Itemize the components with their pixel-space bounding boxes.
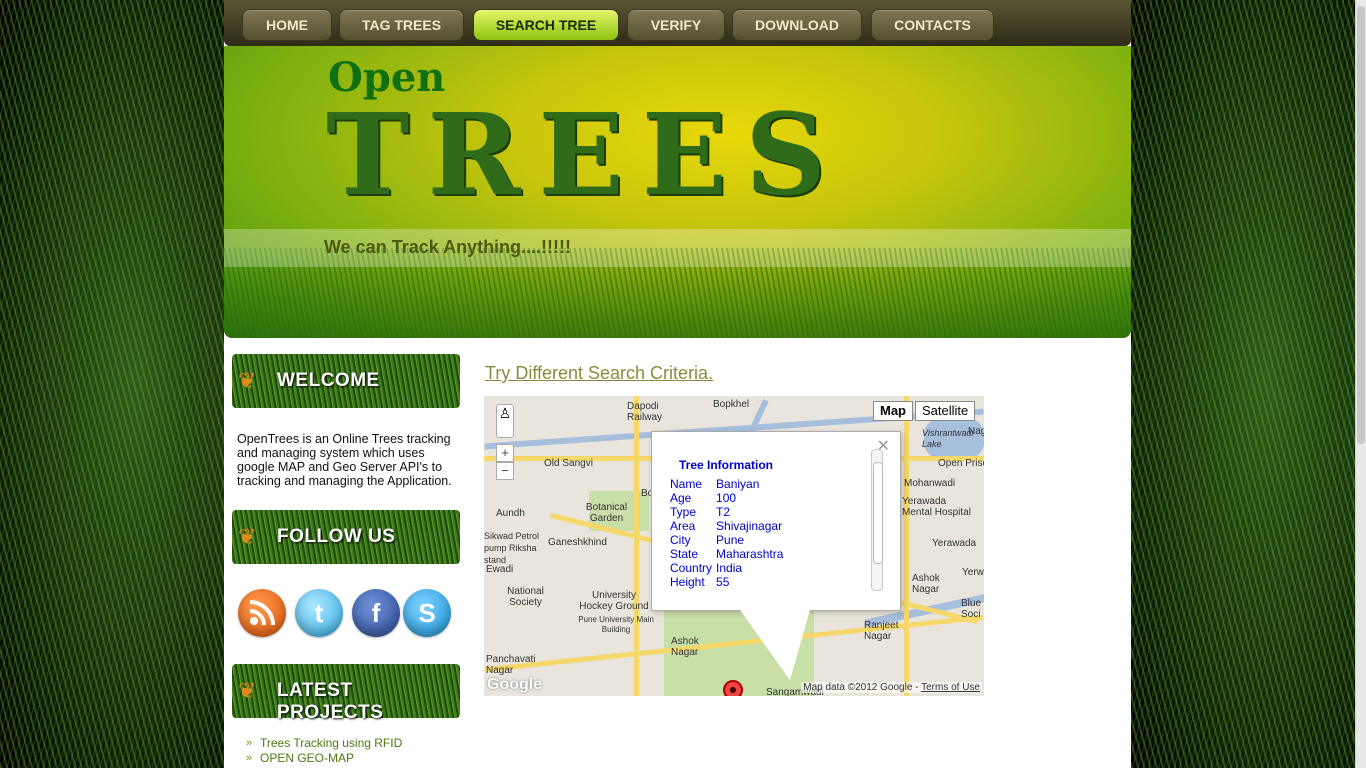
butterfly-icon: ❦ [238, 368, 257, 393]
map-label: Sikwad Petrol pump Riksha stand [484, 531, 540, 565]
map-label: Open Priso [938, 458, 984, 469]
nav-tag-trees[interactable]: TAG TREES [339, 9, 464, 41]
map-label: Yerwad [962, 567, 984, 578]
tagline: We can Track Anything....!!!!! [324, 237, 572, 257]
project-link[interactable]: Trees Tracking using RFID [246, 736, 402, 751]
map-label: University Hockey Ground [579, 590, 649, 612]
nav-home[interactable]: HOME [242, 9, 332, 41]
map-road [904, 396, 909, 696]
welcome-heading-box: ❦ WELCOME [232, 354, 460, 408]
map-label: Ganeshkhind [548, 537, 607, 548]
info-key: State [670, 547, 699, 561]
map-label: Blue Soci [961, 598, 982, 620]
map-label: Ewadi [486, 564, 514, 575]
info-key: City [670, 533, 691, 547]
info-value: Shivajinagar [716, 519, 783, 533]
table-row: Country India [668, 561, 785, 575]
butterfly-icon: ❦ [238, 678, 257, 703]
map-label: Ashok Nagar [912, 573, 940, 595]
table-row: Height 55 [668, 575, 785, 589]
map-label: Dapodi Railway [627, 401, 663, 423]
scroll-thumb[interactable] [873, 462, 883, 564]
twitter-icon[interactable]: t [295, 589, 343, 637]
welcome-heading: WELCOME [277, 370, 380, 391]
project-link[interactable]: OPEN GEO-MAP [246, 751, 402, 766]
skype-icon[interactable]: S [403, 589, 451, 637]
info-key: Type [670, 505, 697, 519]
map-label: Panchavati Nagar [486, 654, 536, 676]
table-row: Name Baniyan [668, 477, 785, 491]
table-row: Type T2 [668, 505, 785, 519]
logo-trees-text: TREES [326, 90, 845, 221]
try-different-search-link[interactable]: Try Different Search Criteria. [485, 363, 713, 384]
tree-info-table: Name Baniyan Age 100 Type T2 Area Shivajinag… [668, 477, 785, 589]
zoom-out-button[interactable]: − [496, 462, 514, 480]
table-row: State Maharashtra [668, 547, 785, 561]
map-label: Ranjeet Nagar [864, 620, 899, 642]
page-container: HOME TAG TREES SEARCH TREE VERIFY DOWNLO… [224, 0, 1131, 768]
info-value: Maharashtra [716, 547, 784, 561]
grass-background-left [0, 0, 224, 768]
info-window-tail [740, 610, 810, 680]
table-row: City Pune [668, 533, 785, 547]
map-label: Botanical Garden [585, 502, 628, 524]
info-value: 55 [716, 575, 730, 589]
zoom-control: + − [496, 444, 514, 480]
projects-heading: LATEST PROJECTS [277, 680, 384, 723]
map-type-map-button[interactable]: Map [873, 401, 913, 421]
info-value: T2 [716, 505, 731, 519]
projects-heading-box: ❦ LATEST PROJECTS [232, 664, 460, 723]
info-value: 100 [716, 491, 737, 505]
info-window-scrollbar[interactable] [871, 449, 883, 591]
map-label: Aundh [496, 508, 525, 519]
map-label: Old Sangvi [544, 458, 593, 469]
nav-download[interactable]: DOWNLOAD [732, 9, 862, 41]
page-scrollbar[interactable] [1355, 0, 1366, 768]
map-label: Bopkhel [713, 399, 750, 410]
map-label: Vishrantwadi Lake [922, 428, 974, 449]
attribution-text: Map data ©2012 Google - [803, 682, 922, 693]
header-banner: Open TREES We can Track Anything....!!!!… [224, 46, 1131, 338]
map-label: Ashok Nagar [671, 636, 699, 658]
nav-search-tree[interactable]: SEARCH TREE [473, 9, 619, 41]
info-key: Height [670, 575, 705, 589]
table-row: Area Shivajinagar [668, 519, 785, 533]
info-value: Baniyan [716, 477, 760, 491]
grass-background-right [1131, 0, 1356, 768]
map-attribution: Map data ©2012 Google - Terms of Use [801, 682, 982, 693]
map-type-satellite-button[interactable]: Satellite [915, 401, 976, 421]
google-logo: Google [487, 676, 543, 693]
info-key: Area [670, 519, 696, 533]
info-value: India [716, 561, 743, 575]
welcome-text: OpenTrees is an Online Trees tracking an… [237, 432, 452, 488]
terms-of-use-link[interactable]: Terms of Use [921, 682, 980, 693]
map-label: National Society [507, 586, 544, 608]
map-label: Yerawada [932, 538, 977, 549]
map-label: Nag [968, 426, 984, 437]
info-heading: Tree Information [679, 458, 774, 472]
map-marker-icon[interactable] [723, 680, 743, 696]
follow-heading: FOLLOW US [277, 526, 396, 547]
scroll-thumb[interactable] [1357, 6, 1365, 444]
map-label: Pune University Main Building [578, 615, 654, 634]
info-key: Age [670, 491, 692, 505]
street-view-pegman-icon[interactable]: ♙ [496, 404, 514, 438]
info-value: Pune [716, 533, 745, 547]
table-row: Age 100 [668, 491, 785, 505]
zoom-in-button[interactable]: + [496, 444, 514, 462]
map-label: Mohanwadi [904, 478, 956, 489]
facebook-icon[interactable]: f [352, 589, 400, 637]
google-map[interactable]: Bopkhel Dapodi Railway Old Sangvi Aundh … [484, 396, 984, 696]
rss-icon[interactable] [238, 589, 286, 637]
projects-list: Trees Tracking using RFID OPEN GEO-MAP [246, 736, 402, 766]
nav-verify[interactable]: VERIFY [627, 9, 725, 41]
top-nav: HOME TAG TREES SEARCH TREE VERIFY DOWNLO… [224, 0, 1131, 46]
nav-contacts[interactable]: CONTACTS [871, 9, 994, 41]
tree-info-window: ✕ Tree Information Name Baniyan Age 100 Ty… [651, 431, 901, 680]
map-label: Yerawada Mental Hospital [902, 496, 971, 518]
info-key: Name [670, 477, 703, 491]
follow-heading-box: ❦ FOLLOW US [232, 510, 460, 564]
butterfly-icon: ❦ [238, 524, 257, 549]
info-key: Country [670, 561, 713, 575]
